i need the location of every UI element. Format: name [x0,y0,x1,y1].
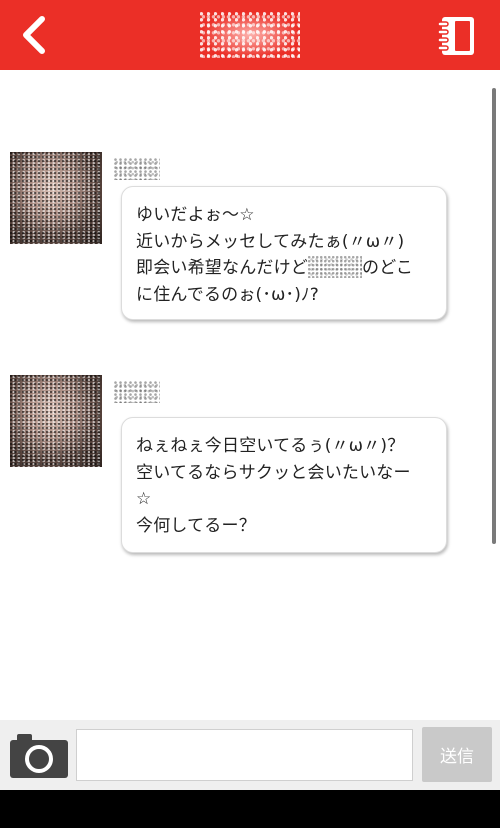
message-line: 近いからメッセしてみたぁ(〃ω〃) [136,231,405,252]
header-title [200,12,300,58]
camera-icon [10,734,68,778]
message-text: 即会い希望なんだけど [136,258,308,278]
message-line-with-redaction: 即会い希望なんだけど のどこ [136,255,432,282]
scrollbar[interactable] [492,88,496,544]
message-text: のどこ [362,258,414,278]
sender-name [114,381,160,403]
message-line: ねぇねぇ今日空いてるぅ(〃ω〃)？ [136,436,405,456]
message-line: 空いてるならサクッと会いたいなー [136,462,411,483]
redacted-text [308,256,362,278]
message-list[interactable]: ゆいだよぉ～☆ 近いからメッセしてみたぁ(〃ω〃) 即会い希望なんだけど のどこ … [0,70,500,720]
message-line: ゆいだよぉ～☆ [136,205,255,225]
message-line: 今何してるー？ [136,515,256,536]
message-bubble: ゆいだよぉ～☆ 近いからメッセしてみたぁ(〃ω〃) 即会い希望なんだけど のどこ … [121,186,447,320]
avatar[interactable] [10,152,102,244]
notebook-button[interactable] [436,15,478,57]
message-input[interactable] [76,729,413,781]
camera-button[interactable] [10,732,68,778]
back-button[interactable] [14,14,54,56]
chevron-left-icon [23,16,45,54]
avatar[interactable] [10,375,102,467]
composer-bar: 送信 [0,720,500,790]
send-button[interactable]: 送信 [422,727,492,782]
sender-name [114,158,160,180]
message-line: ☆ [136,489,152,509]
message-bubble: ねぇねぇ今日空いてるぅ(〃ω〃)？ 空いてるならサクッと会いたいなー ☆ 今何し… [121,417,447,553]
app-header [0,0,500,70]
message-line: に住んでるのぉ(･ω･)ﾉ? [136,284,319,305]
system-bottom-bar [0,790,500,828]
notebook-icon [437,17,474,55]
